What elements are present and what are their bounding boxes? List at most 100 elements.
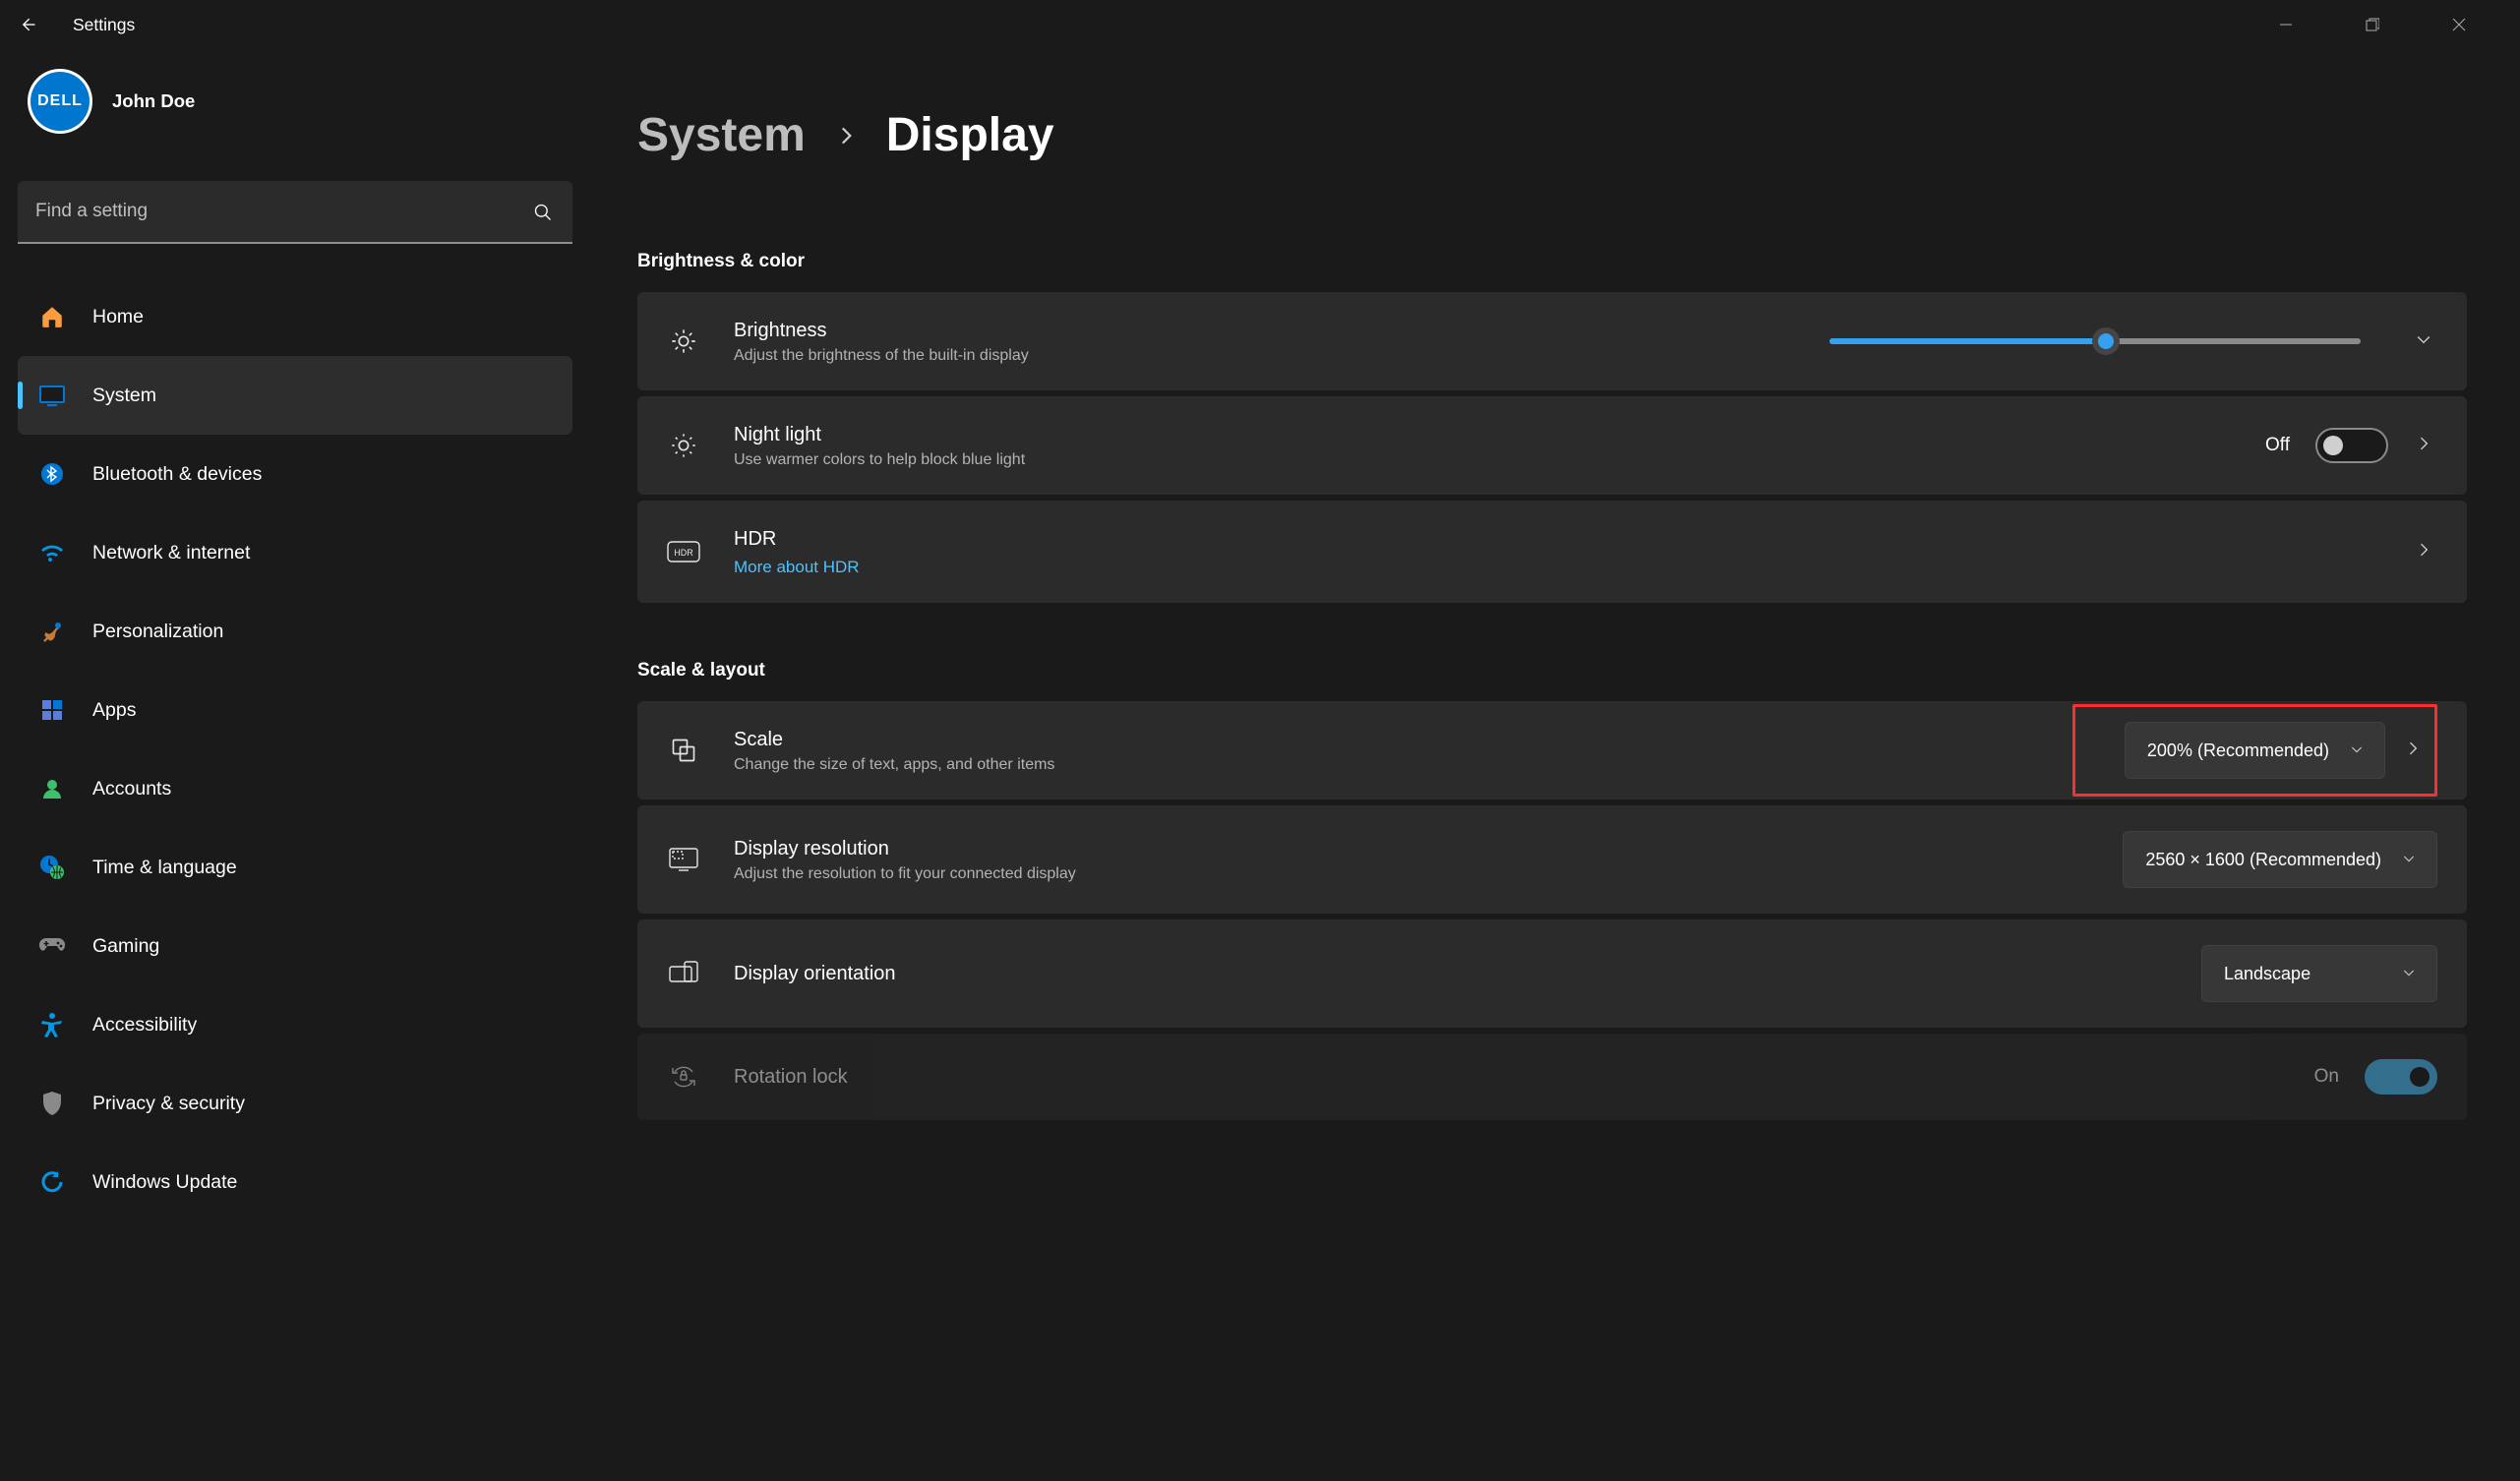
- avatar-logo: DELL: [30, 72, 90, 131]
- close-button[interactable]: [2416, 0, 2502, 49]
- breadcrumb: System Display: [637, 108, 2467, 162]
- sidebar: DELL John Doe Home: [0, 49, 590, 1481]
- clock-globe-icon: [37, 853, 67, 882]
- chevron-right-icon[interactable]: [2403, 739, 2427, 762]
- orientation-dropdown[interactable]: Landscape: [2201, 945, 2437, 1002]
- night-light-toggle[interactable]: [2315, 428, 2388, 463]
- scale-subtitle: Change the size of text, apps, and other…: [734, 756, 2088, 774]
- sidebar-item-accessibility[interactable]: Accessibility: [18, 985, 572, 1064]
- brightness-texts: Brightness Adjust the brightness of the …: [734, 318, 1796, 365]
- sidebar-item-accounts[interactable]: Accounts: [18, 749, 572, 828]
- hdr-texts: HDR More about HDR: [734, 526, 2380, 577]
- resolution-value: 2560 × 1600 (Recommended): [2145, 850, 2381, 870]
- maximize-button[interactable]: [2329, 0, 2416, 49]
- bluetooth-icon: [37, 459, 67, 489]
- orientation-title: Display orientation: [734, 961, 2168, 986]
- resolution-dropdown[interactable]: 2560 × 1600 (Recommended): [2123, 831, 2437, 888]
- chevron-down-icon: [2401, 851, 2419, 868]
- search-icon: [533, 203, 553, 222]
- search-input[interactable]: [18, 181, 572, 244]
- user-name: John Doe: [112, 90, 195, 112]
- sidebar-item-label: Personalization: [92, 621, 223, 643]
- resolution-icon: [667, 843, 700, 876]
- orientation-icon: [667, 957, 700, 990]
- brightness-row[interactable]: Brightness Adjust the brightness of the …: [637, 292, 2467, 390]
- sun-icon: [667, 325, 700, 358]
- sidebar-item-home[interactable]: Home: [18, 277, 572, 356]
- apps-icon: [37, 695, 67, 725]
- gaming-icon: [37, 931, 67, 961]
- rotation-lock-title: Rotation lock: [734, 1064, 2281, 1090]
- hdr-link[interactable]: More about HDR: [734, 558, 2380, 577]
- scale-row[interactable]: Scale Change the size of text, apps, and…: [637, 701, 2467, 800]
- sidebar-item-network[interactable]: Network & internet: [18, 513, 572, 592]
- night-light-title: Night light: [734, 422, 2232, 447]
- sidebar-item-system[interactable]: System: [18, 356, 572, 435]
- sidebar-item-label: Windows Update: [92, 1171, 237, 1194]
- sidebar-item-privacy[interactable]: Privacy & security: [18, 1064, 572, 1143]
- brightness-subtitle: Adjust the brightness of the built-in di…: [734, 347, 1796, 365]
- sidebar-item-label: Privacy & security: [92, 1093, 245, 1115]
- resolution-row[interactable]: Display resolution Adjust the resolution…: [637, 805, 2467, 914]
- rotation-lock-icon: [667, 1060, 700, 1094]
- rotation-lock-state: On: [2314, 1066, 2339, 1088]
- avatar: DELL: [28, 69, 92, 134]
- paintbrush-icon: [37, 617, 67, 646]
- chevron-down-icon: [2349, 741, 2367, 759]
- search-wrap: [18, 181, 572, 244]
- section-brightness-label: Brightness & color: [637, 251, 2467, 272]
- hdr-icon: HDR: [667, 535, 700, 568]
- rotation-lock-row: Rotation lock On: [637, 1034, 2467, 1120]
- sidebar-item-apps[interactable]: Apps: [18, 671, 572, 749]
- sidebar-item-personalization[interactable]: Personalization: [18, 592, 572, 671]
- scale-dropdown[interactable]: 200% (Recommended): [2125, 722, 2385, 779]
- app-title: Settings: [73, 15, 135, 35]
- sidebar-item-label: Accessibility: [92, 1014, 197, 1037]
- night-light-state: Off: [2265, 435, 2290, 456]
- night-light-icon: [667, 429, 700, 462]
- resolution-subtitle: Adjust the resolution to fit your connec…: [734, 865, 2089, 883]
- rotation-lock-toggle: [2365, 1059, 2437, 1095]
- titlebar: Settings: [0, 0, 2520, 49]
- brightness-title: Brightness: [734, 318, 1796, 343]
- shield-icon: [37, 1089, 67, 1118]
- chevron-right-icon: [833, 123, 859, 148]
- accounts-icon: [37, 774, 67, 803]
- sidebar-item-bluetooth[interactable]: Bluetooth & devices: [18, 435, 572, 513]
- svg-text:HDR: HDR: [674, 548, 693, 558]
- home-icon: [37, 302, 67, 331]
- sidebar-item-label: Gaming: [92, 935, 159, 958]
- breadcrumb-current: Display: [886, 108, 1054, 162]
- sidebar-item-windows-update[interactable]: Windows Update: [18, 1143, 572, 1221]
- breadcrumb-parent[interactable]: System: [637, 108, 806, 162]
- chevron-right-icon[interactable]: [2414, 540, 2437, 563]
- minimize-button[interactable]: [2243, 0, 2329, 49]
- hdr-row[interactable]: HDR HDR More about HDR: [637, 501, 2467, 603]
- sidebar-item-label: Network & internet: [92, 542, 250, 564]
- sidebar-nav: Home System Bluetooth & devices Network …: [18, 277, 572, 1221]
- sidebar-item-time-language[interactable]: Time & language: [18, 828, 572, 907]
- night-light-row[interactable]: Night light Use warmer colors to help bl…: [637, 396, 2467, 495]
- user-profile[interactable]: DELL John Doe: [18, 69, 572, 134]
- accessibility-icon: [37, 1010, 67, 1039]
- rotation-lock-toggle-group: On: [2314, 1059, 2437, 1095]
- system-icon: [37, 381, 67, 410]
- night-light-texts: Night light Use warmer colors to help bl…: [734, 422, 2232, 469]
- sidebar-item-gaming[interactable]: Gaming: [18, 907, 572, 985]
- scale-icon: [667, 734, 700, 767]
- update-icon: [37, 1167, 67, 1197]
- chevron-down-icon[interactable]: [2414, 329, 2437, 353]
- sidebar-item-label: Bluetooth & devices: [92, 463, 262, 486]
- night-light-subtitle: Use warmer colors to help block blue lig…: [734, 451, 2232, 469]
- scale-texts: Scale Change the size of text, apps, and…: [734, 701, 2088, 800]
- orientation-row[interactable]: Display orientation Landscape: [637, 919, 2467, 1028]
- content-area: System Display Brightness & color Bright…: [590, 49, 2520, 1481]
- sidebar-item-label: System: [92, 385, 156, 407]
- back-icon[interactable]: [18, 15, 37, 34]
- chevron-right-icon[interactable]: [2414, 434, 2437, 457]
- sidebar-item-label: Home: [92, 306, 144, 328]
- orientation-value: Landscape: [2224, 964, 2310, 984]
- resolution-texts: Display resolution Adjust the resolution…: [734, 836, 2089, 883]
- wifi-icon: [37, 538, 67, 567]
- brightness-slider[interactable]: [1830, 338, 2361, 344]
